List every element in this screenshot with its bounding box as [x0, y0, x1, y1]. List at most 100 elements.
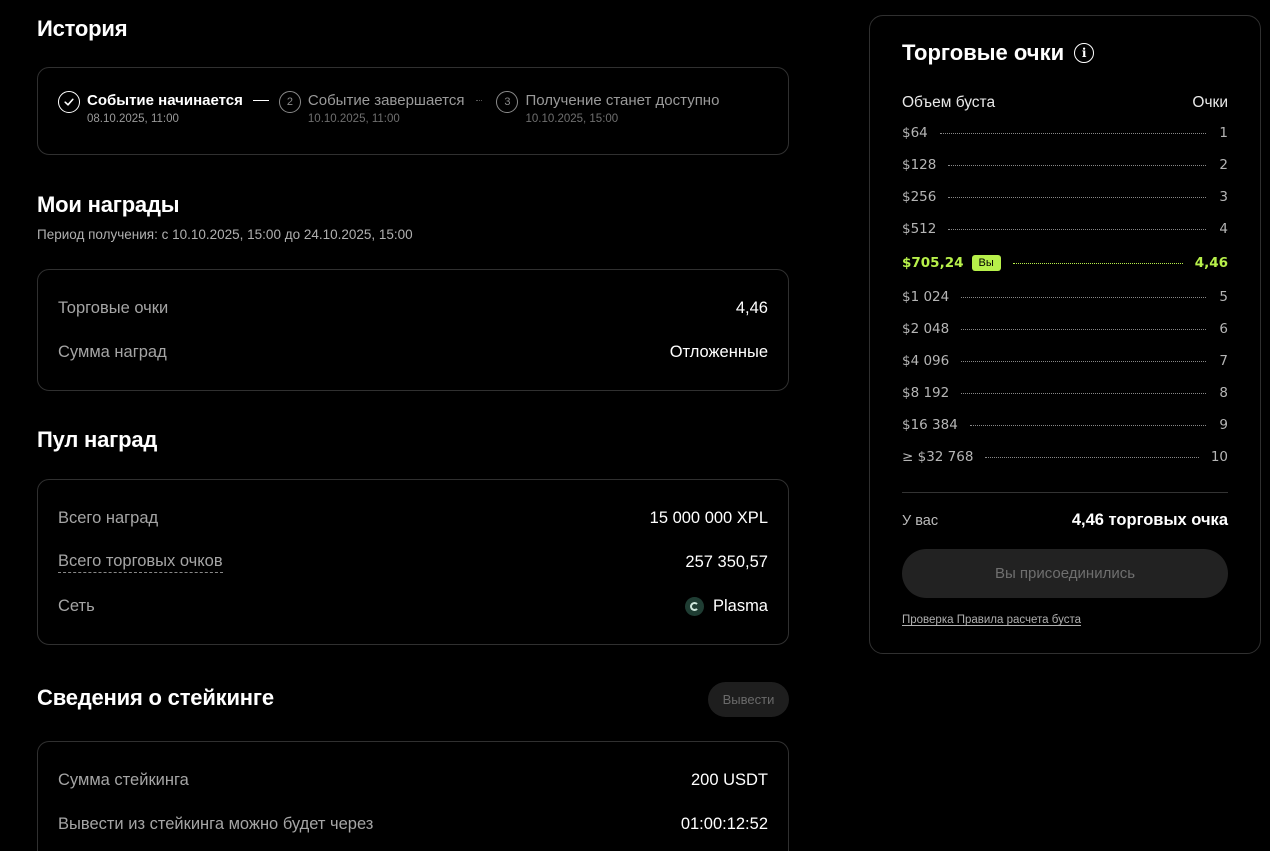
- row-value: 200 USDT: [690, 770, 768, 789]
- countdown-value: 01:00:12:52: [680, 814, 768, 833]
- info-row: Сумма стейкинга 200 USDT: [58, 758, 768, 802]
- row-value: Отложенные: [669, 342, 768, 361]
- row-label: Всего наград: [58, 508, 159, 527]
- tier-volume: ≥ $32 768: [902, 449, 974, 465]
- info-row: Сеть Plasma: [58, 584, 768, 628]
- you-badge: Вы: [971, 255, 1001, 271]
- tier-row: $128 2: [902, 149, 1228, 181]
- tier-row: ≥ $32 768 10: [902, 441, 1228, 473]
- dotted-leader: [961, 360, 1206, 362]
- total-points-tooltip-trigger[interactable]: Всего торговых очков: [58, 552, 223, 573]
- step-date: 08.10.2025, 11:00: [87, 113, 179, 125]
- tier-table-header: Объем буста Очки: [902, 94, 1228, 112]
- tier-volume: $256: [902, 189, 937, 205]
- row-label: Вывести из стейкинга можно будет через: [58, 814, 374, 833]
- boost-rules-link[interactable]: Проверка Правила расчета буста: [902, 614, 1081, 626]
- step-label: Получение станет доступно: [525, 92, 720, 109]
- step-number-icon: 2: [278, 91, 301, 113]
- panel-title-text: Торговые очки: [902, 40, 1065, 65]
- tier-row: $4 096 7: [902, 345, 1228, 377]
- your-points-label: У вас: [902, 512, 939, 529]
- info-row: Всего наград 15 000 000 XPL: [58, 496, 768, 540]
- tier-row-current-user: $705,24 Вы 4,46: [902, 245, 1228, 281]
- row-label: Торговые очки: [58, 298, 169, 317]
- reward-pool-card: Всего наград 15 000 000 XPL Всего торгов…: [37, 479, 789, 645]
- tier-points: 3: [1219, 189, 1228, 205]
- tier-row: $8 192 8: [902, 377, 1228, 409]
- step-number-icon: 3: [496, 91, 519, 113]
- tier-volume: $8 192: [902, 385, 950, 401]
- tier-points: 7: [1219, 353, 1228, 369]
- row-label: Сумма наград: [58, 342, 167, 361]
- dotted-leader: [985, 456, 1199, 458]
- dotted-leader: [1012, 262, 1183, 264]
- tier-volume: $16 384: [902, 417, 958, 433]
- withdraw-button[interactable]: Вывести: [708, 682, 789, 717]
- info-row: Торговые очки 4,46: [58, 286, 768, 330]
- tier-row: $2 048 6: [902, 313, 1228, 345]
- step-label: Событие начинается: [87, 92, 243, 109]
- tier-volume: $1 024: [902, 289, 950, 305]
- step-connector: [476, 100, 483, 101]
- tier-volume: $2 048: [902, 321, 950, 337]
- info-icon[interactable]: i: [1074, 43, 1095, 63]
- tier-volume: $705,24: [902, 255, 964, 271]
- staking-card: Сумма стейкинга 200 USDT Вывести из стей…: [37, 741, 789, 851]
- tier-row: $64 1: [902, 117, 1228, 149]
- row-value: 257 350,57: [685, 552, 768, 571]
- step-date: 10.10.2025, 11:00: [307, 113, 400, 125]
- row-label: Сеть: [58, 596, 95, 615]
- step-date: 10.10.2025, 15:00: [525, 113, 619, 125]
- timeline-step-start: Событие начинается 08.10.2025, 11:00: [58, 91, 243, 125]
- tier-points: 6: [1219, 321, 1228, 337]
- history-title: История: [37, 16, 128, 41]
- timeline-step-claim: 3 Получение станет доступно 10.10.2025, …: [496, 91, 720, 125]
- tier-points: 5: [1219, 289, 1228, 305]
- tier-points: 10: [1210, 449, 1228, 465]
- tier-list: $64 1 $128 2 $256 3 $512 4 $705,24 Вы 4,…: [902, 117, 1228, 473]
- info-row: Всего торговых очков 257 350,57: [58, 540, 768, 584]
- dotted-leader: [948, 196, 1206, 198]
- network-name: Plasma: [712, 596, 768, 615]
- dotted-leader: [939, 132, 1206, 134]
- dotted-leader: [948, 164, 1206, 166]
- joined-button[interactable]: Вы присоединились: [902, 549, 1228, 598]
- step-label: Событие завершается: [307, 92, 465, 109]
- network-value: Plasma: [684, 596, 768, 616]
- trading-points-panel: Торговые очки i Объем буста Очки $64 1 $…: [869, 15, 1261, 654]
- panel-divider: [902, 492, 1228, 493]
- tier-points: 8: [1219, 385, 1228, 401]
- dotted-leader: [961, 296, 1206, 298]
- col-volume: Объем буста: [902, 94, 996, 111]
- my-rewards-title: Мои награды: [37, 192, 180, 217]
- plasma-icon: [684, 596, 704, 616]
- rewards-period: Период получения: с 10.10.2025, 15:00 до…: [37, 227, 413, 242]
- timeline-step-end: 2 Событие завершается 10.10.2025, 11:00: [278, 91, 465, 125]
- tier-row: $512 4: [902, 213, 1228, 245]
- reward-pool-title: Пул наград: [37, 427, 158, 452]
- dotted-leader: [969, 424, 1206, 426]
- my-rewards-card: Торговые очки 4,46 Сумма наград Отложенн…: [37, 269, 789, 391]
- row-value: 4,46: [735, 298, 768, 317]
- info-row: Сумма наград Отложенные: [58, 330, 768, 374]
- dotted-leader: [948, 228, 1206, 230]
- tier-row: $1 024 5: [902, 281, 1228, 313]
- tier-volume: $4 096: [902, 353, 950, 369]
- your-points-value: 4,46 торговых очка: [1071, 511, 1228, 529]
- dotted-leader: [961, 328, 1206, 330]
- row-label: Сумма стейкинга: [58, 770, 189, 789]
- tier-points: 1: [1219, 125, 1228, 141]
- tier-row: $256 3: [902, 181, 1228, 213]
- tier-volume: $512: [902, 221, 937, 237]
- step-connector: [252, 100, 269, 101]
- info-row: Вывести из стейкинга можно будет через 0…: [58, 802, 768, 846]
- panel-title: Торговые очки i: [902, 40, 1095, 66]
- tier-points: 4,46: [1194, 255, 1228, 271]
- tier-volume: $64: [902, 125, 928, 141]
- tier-volume: $128: [902, 157, 937, 173]
- dotted-leader: [961, 392, 1206, 394]
- check-circle-icon: [58, 91, 80, 113]
- history-timeline: Событие начинается 08.10.2025, 11:00 2 С…: [37, 67, 789, 155]
- staking-title: Сведения о стейкинге: [37, 685, 274, 710]
- your-points-row: У вас 4,46 торговых очка: [902, 511, 1228, 530]
